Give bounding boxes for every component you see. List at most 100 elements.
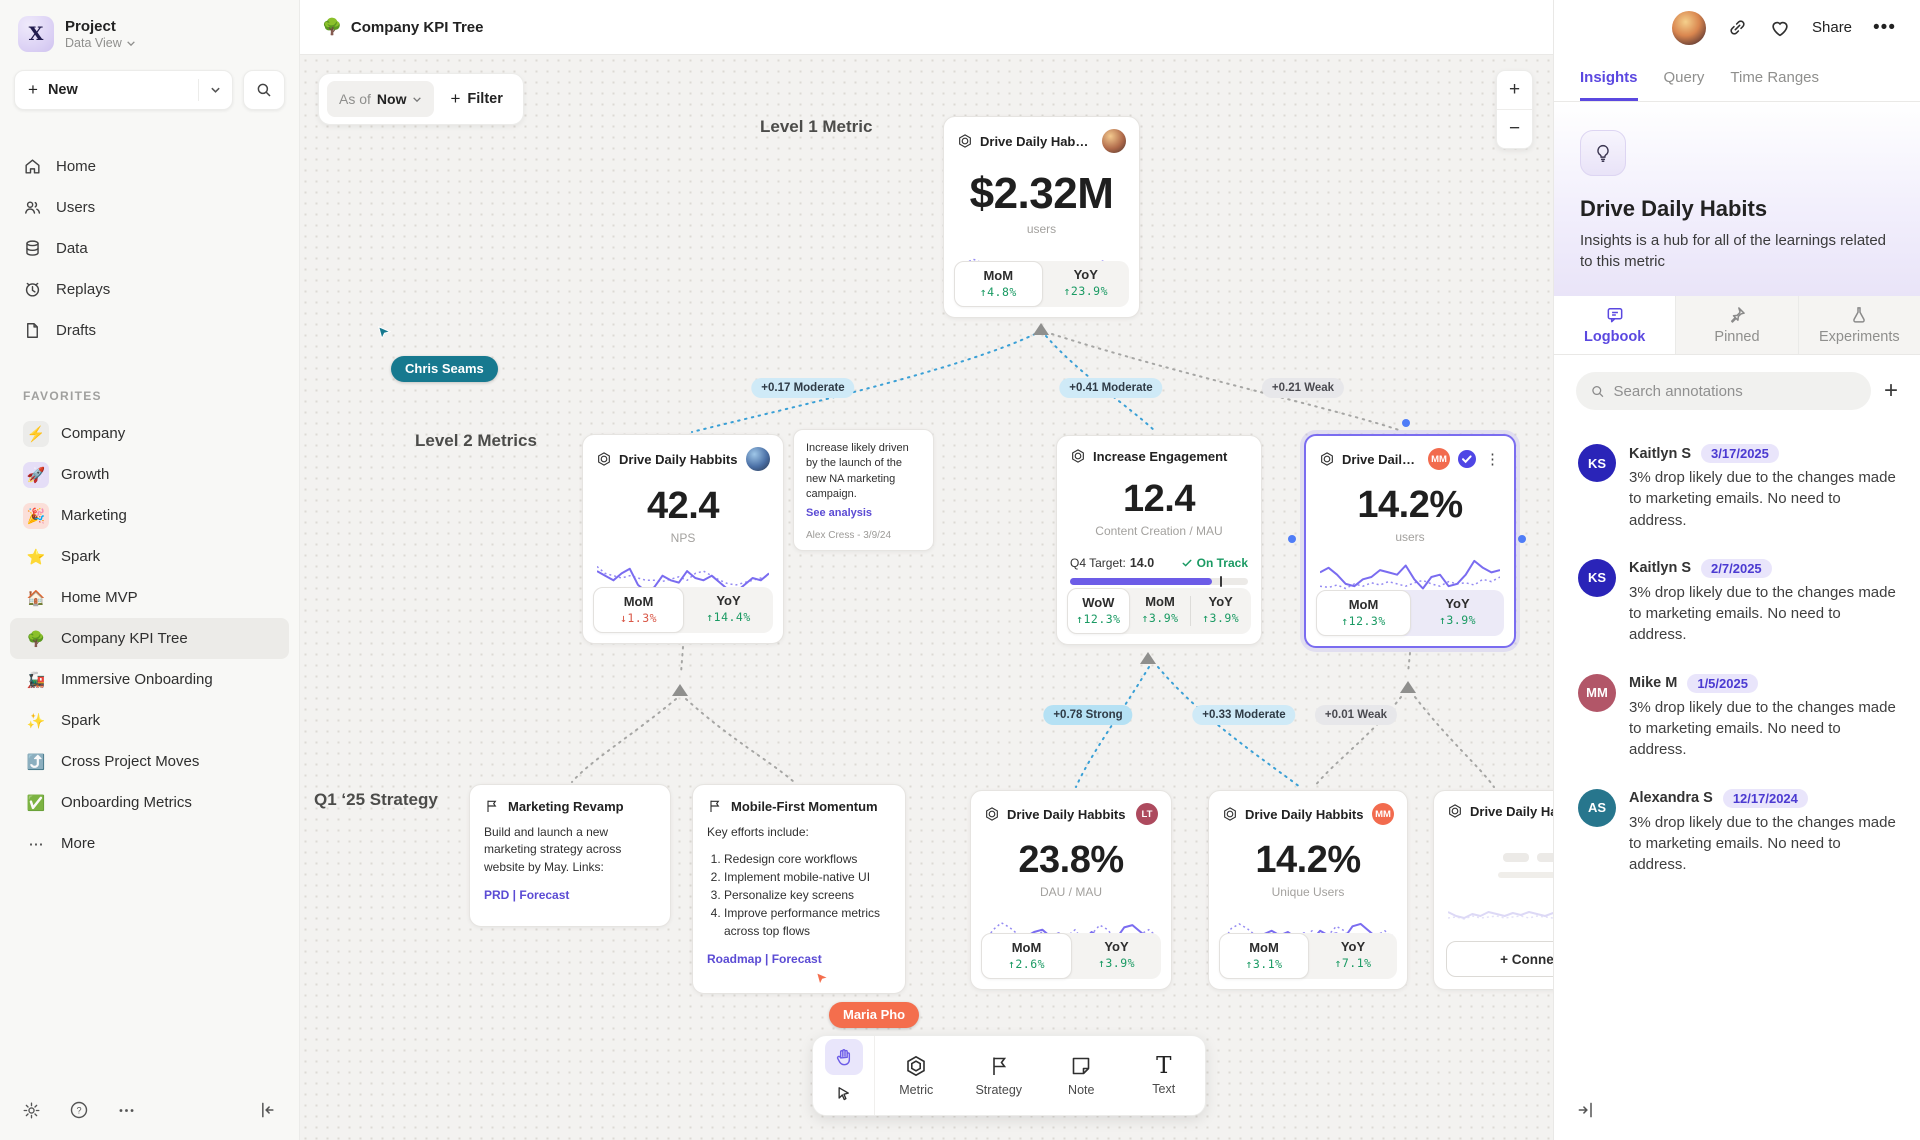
favorite-growth[interactable]: 🚀Growth xyxy=(10,454,289,495)
add-annotation-button[interactable]: + xyxy=(1884,379,1898,403)
annotation-item[interactable]: MM Mike M 1/5/2025 3% drop likely due to… xyxy=(1554,660,1920,775)
avatar: MM xyxy=(1578,674,1616,712)
annotation-item[interactable]: KS Kaitlyn S 2/7/2025 3% drop likely due… xyxy=(1554,545,1920,660)
metric-card-engagement[interactable]: Increase Engagement 12.4 Content Creatio… xyxy=(1056,435,1262,645)
metric-card-selected[interactable]: Drive Daily Habb.. MM ⋮ 14.2% users MoM↑… xyxy=(1304,434,1516,648)
project-switcher[interactable]: X Project Data View xyxy=(0,0,299,62)
favorite-cross-project-moves[interactable]: ⤴️Cross Project Moves xyxy=(10,741,289,782)
stat-yoy[interactable]: YoY↑23.9% xyxy=(1043,261,1130,307)
favorite-spark-2[interactable]: ✨Spark xyxy=(10,700,289,741)
stat-mom[interactable]: MoM↑3.1% xyxy=(1219,933,1309,979)
hand-tool-button[interactable] xyxy=(825,1039,863,1075)
favorites-more[interactable]: ⋯More xyxy=(10,823,289,864)
note-tool-button[interactable]: Note xyxy=(1040,1036,1123,1115)
tab-query[interactable]: Query xyxy=(1664,55,1705,101)
text-tool-button[interactable]: T Text xyxy=(1123,1036,1206,1115)
favorite-company[interactable]: ⚡Company xyxy=(10,413,289,454)
as-of-dropdown[interactable]: As of Now xyxy=(327,81,434,117)
favorite-spark[interactable]: ⭐Spark xyxy=(10,536,289,577)
more-menu-button[interactable]: ••• xyxy=(1873,17,1896,39)
check-icon xyxy=(1181,557,1193,569)
zoom-out-button[interactable]: − xyxy=(1497,110,1532,148)
stat-mom[interactable]: MoM↓1.3% xyxy=(593,587,684,633)
strategy-links[interactable]: Roadmap | Forecast xyxy=(707,952,891,966)
annotation-search-input[interactable] xyxy=(1614,383,1857,400)
workspace-switcher[interactable]: Data View xyxy=(65,36,136,50)
add-filter-button[interactable]: + Filter xyxy=(440,81,512,117)
favorite-marketing[interactable]: 🎉Marketing xyxy=(10,495,289,536)
tab-insights[interactable]: Insights xyxy=(1580,55,1638,101)
tab-time-ranges[interactable]: Time Ranges xyxy=(1730,55,1819,101)
search-button[interactable] xyxy=(243,70,285,110)
star-icon: ⭐ xyxy=(23,544,49,570)
arrow-up-right-icon: ⤴️ xyxy=(23,749,49,775)
metric-tool-button[interactable]: Metric xyxy=(875,1036,958,1115)
strategy-tool-button[interactable]: Strategy xyxy=(958,1036,1041,1115)
new-dropdown-button[interactable] xyxy=(199,86,232,94)
annotation-item[interactable]: KS Kaitlyn S 3/17/2025 3% drop likely du… xyxy=(1554,430,1920,545)
status-badge: On Track xyxy=(1181,556,1248,570)
stat-yoy[interactable]: YoY↑3.9% xyxy=(1072,933,1161,979)
favorite-home-mvp[interactable]: 🏠Home MVP xyxy=(10,577,289,618)
note-card[interactable]: Increase likely driven by the launch of … xyxy=(793,429,934,551)
stat-mom[interactable]: MoM↑3.9% xyxy=(1130,588,1191,634)
stat-row: MoM↑12.3% YoY↑3.9% xyxy=(1316,590,1504,636)
collapse-sidebar-button[interactable] xyxy=(255,1098,279,1122)
stat-yoy[interactable]: YoY↑3.9% xyxy=(1190,588,1251,634)
metric-card-dau-mau[interactable]: Drive Daily Habbits LT 23.8% DAU / MAU M… xyxy=(970,790,1172,990)
sidebar-item-replays[interactable]: Replays xyxy=(12,269,287,310)
gear-icon xyxy=(22,1101,41,1120)
strategy-links[interactable]: PRD | Forecast xyxy=(484,888,656,902)
connect-metric-button[interactable]: + Connect xyxy=(1446,941,1553,977)
metric-card-level1[interactable]: Drive Daily Habbits $2.32M users MoM↑4.8… xyxy=(943,116,1140,318)
select-tool-button[interactable] xyxy=(825,1077,863,1113)
sidebar-item-drafts[interactable]: Drafts xyxy=(12,310,287,351)
nav-label: Data xyxy=(56,240,88,257)
metric-card-unconnected[interactable]: Drive Daily Hab + Connect xyxy=(1433,790,1553,990)
share-button[interactable]: Share xyxy=(1812,19,1852,36)
user-avatar[interactable] xyxy=(1672,11,1706,45)
stat-row: WoW↑12.3% MoM↑3.9% YoY↑3.9% xyxy=(1067,588,1251,634)
help-button[interactable]: ? xyxy=(67,1098,91,1122)
collapse-panel-button[interactable] xyxy=(1574,1098,1598,1122)
strategy-card-marketing-revamp[interactable]: Marketing Revamp Build and launch a new … xyxy=(469,784,671,927)
copy-link-icon[interactable] xyxy=(1727,17,1748,38)
stat-yoy[interactable]: YoY↑14.4% xyxy=(684,587,773,633)
note-icon xyxy=(1069,1054,1093,1078)
sidebar-item-data[interactable]: Data xyxy=(12,228,287,269)
stat-yoy[interactable]: YoY↑3.9% xyxy=(1411,590,1504,636)
list-item: Redesign core workflows xyxy=(724,850,891,868)
settings-button[interactable] xyxy=(20,1099,43,1122)
list-item: Improve performance metrics across top f… xyxy=(724,904,891,940)
subtab-logbook[interactable]: Logbook xyxy=(1554,296,1675,354)
sidebar-item-home[interactable]: Home xyxy=(12,146,287,187)
stat-wow[interactable]: WoW↑12.3% xyxy=(1067,588,1130,634)
metric-card-unique-users[interactable]: Drive Daily Habbits MM 14.2% Unique User… xyxy=(1208,790,1408,990)
favorite-company-kpi-tree[interactable]: 🌳Company KPI Tree xyxy=(10,618,289,659)
metric-value: $2.32M xyxy=(957,169,1126,219)
annotation-item[interactable]: AS Alexandra S 12/17/2024 3% drop likely… xyxy=(1554,775,1920,890)
favorite-onboarding-metrics[interactable]: ✅Onboarding Metrics xyxy=(10,782,289,823)
annotation-search-field[interactable] xyxy=(1576,372,1871,410)
subtab-experiments[interactable]: Experiments xyxy=(1798,296,1920,354)
avatar: AS xyxy=(1578,789,1616,827)
see-analysis-link[interactable]: See analysis xyxy=(806,507,872,519)
collaborator-badge: MM xyxy=(1372,803,1394,825)
card-menu-button[interactable]: ⋮ xyxy=(1484,452,1501,467)
zoom-in-button[interactable]: + xyxy=(1497,71,1532,109)
stat-yoy[interactable]: YoY↑7.1% xyxy=(1309,933,1397,979)
sidebar-more-button[interactable] xyxy=(115,1099,138,1122)
new-button[interactable]: + New xyxy=(14,70,233,110)
stat-mom[interactable]: MoM↑12.3% xyxy=(1316,590,1411,636)
card-title: Drive Daily Habbits xyxy=(619,452,739,467)
stat-mom[interactable]: MoM↑4.8% xyxy=(954,261,1043,307)
metric-card-nps[interactable]: Drive Daily Habbits 42.4 NPS MoM↓1.3% Yo… xyxy=(582,434,784,644)
stat-mom[interactable]: MoM↑2.6% xyxy=(981,933,1072,979)
sidebar-item-users[interactable]: Users xyxy=(12,187,287,228)
collapse-right-icon xyxy=(1576,1100,1596,1120)
favorite-heart-icon[interactable] xyxy=(1769,17,1791,39)
favorite-immersive-onboarding[interactable]: 🚂Immersive Onboarding xyxy=(10,659,289,700)
subtab-pinned[interactable]: Pinned xyxy=(1675,296,1797,354)
strategy-card-mobile-first[interactable]: Mobile-First Momentum Key efforts includ… xyxy=(692,784,906,994)
kpi-tree-canvas[interactable]: Level 1 Metric Level 2 Metrics Q1 ‘25 St… xyxy=(300,55,1553,1140)
